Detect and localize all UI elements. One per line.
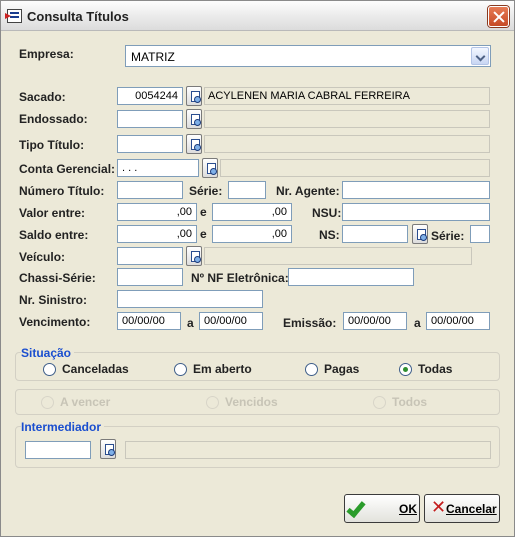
radio-todas[interactable]: Todas (399, 362, 452, 376)
conta-gerencial-lookup-icon[interactable] (202, 158, 218, 178)
sacado-name-field: ACYLENEN MARIA CABRAL FERREIRA (204, 87, 490, 105)
intermediador-code-input[interactable] (25, 441, 91, 459)
emissao-from-input[interactable]: 00/00/00 (343, 312, 407, 330)
conta-gerencial-label: Conta Gerencial: (19, 162, 116, 176)
chassi-serie-input[interactable] (117, 268, 183, 286)
nf-eletronica-input[interactable] (288, 268, 414, 286)
tipo-titulo-label: Tipo Título: (19, 138, 85, 152)
endossado-lookup-icon[interactable] (186, 109, 202, 129)
saldo-serie-input[interactable] (470, 225, 490, 243)
emissao-to-input[interactable]: 00/00/00 (426, 312, 490, 330)
nr-agente-input[interactable] (342, 181, 490, 199)
emissao-label: Emissão: (283, 316, 337, 330)
valor-entre-label: Valor entre: (19, 206, 86, 220)
x-icon: ✕ (431, 497, 447, 518)
radio-canceladas-label: Canceladas (62, 362, 129, 376)
saldo-to-input[interactable]: ,00 (212, 225, 292, 243)
vencimento-label: Vencimento: (19, 315, 91, 329)
radio-em-aberto[interactable]: Em aberto (174, 362, 252, 376)
empresa-select[interactable]: MATRIZ (125, 45, 491, 67)
nr-sinistro-label: Nr. Sinistro: (19, 293, 88, 307)
app-icon (5, 9, 22, 23)
radio-todos: Todos (373, 395, 427, 409)
conta-gerencial-name-field (220, 159, 490, 177)
sacado-lookup-icon[interactable] (186, 86, 202, 106)
endossado-label: Endossado: (19, 112, 88, 126)
close-button[interactable] (488, 6, 509, 27)
tipo-titulo-code-input[interactable] (117, 135, 183, 153)
ok-button-label: OK (399, 502, 417, 516)
radio-selected-icon (399, 362, 412, 376)
radio-a-vencer-label: A vencer (60, 395, 111, 409)
nr-agente-label: Nr. Agente: (276, 184, 340, 198)
vencimento-to-input[interactable]: 00/00/00 (199, 312, 263, 330)
radio-em-aberto-label: Em aberto (193, 362, 252, 376)
radio-circle-icon (373, 395, 386, 409)
nsu-input[interactable] (342, 203, 490, 221)
radio-vencidos-label: Vencidos (225, 395, 278, 409)
saldo-from-input[interactable]: ,00 (117, 225, 197, 243)
consulta-titulos-window: Consulta Títulos Empresa: MATRIZ Sacado:… (0, 0, 515, 537)
sacado-code-input[interactable]: 0054244 (117, 87, 183, 105)
valor-to-input[interactable]: ,00 (212, 203, 292, 221)
radio-circle-icon (305, 362, 318, 376)
vencimento-from-input[interactable]: 00/00/00 (117, 312, 181, 330)
radio-pagas-label: Pagas (324, 362, 360, 376)
check-icon (346, 497, 366, 519)
radio-circle-icon (174, 362, 187, 376)
veiculo-label: Veículo: (19, 250, 66, 264)
radio-circle-icon (43, 362, 56, 376)
ns-input[interactable] (342, 225, 408, 243)
numero-titulo-input[interactable] (117, 181, 183, 199)
saldo-sep-label: e (200, 227, 207, 241)
vencimento-sep-label: a (187, 316, 194, 330)
window-title: Consulta Títulos (27, 9, 129, 24)
radio-canceladas[interactable]: Canceladas (43, 362, 129, 376)
intermediador-lookup-icon[interactable] (100, 439, 116, 459)
title-bar: Consulta Títulos (1, 1, 514, 31)
saldo-entre-label: Saldo entre: (19, 228, 89, 242)
numero-serie-label: Série: (189, 184, 223, 198)
radio-todos-label: Todos (392, 395, 428, 409)
empresa-label: Empresa: (19, 47, 74, 61)
conta-gerencial-code-input[interactable]: . . . (117, 159, 199, 177)
radio-a-vencer: A vencer (41, 395, 110, 409)
valor-sep-label: e (200, 205, 207, 219)
intermediador-title: Intermediador (21, 420, 105, 434)
sacado-label: Sacado: (19, 90, 66, 104)
nr-sinistro-input[interactable] (117, 290, 263, 308)
valor-from-input[interactable]: ,00 (117, 203, 197, 221)
numero-serie-input[interactable] (228, 181, 266, 199)
radio-pagas[interactable]: Pagas (305, 362, 359, 376)
radio-circle-icon (41, 395, 54, 409)
radio-todas-label: Todas (418, 362, 453, 376)
tipo-titulo-name-field (204, 135, 490, 153)
chevron-down-icon[interactable] (471, 47, 489, 65)
radio-vencidos: Vencidos (206, 395, 278, 409)
tipo-titulo-lookup-icon[interactable] (186, 134, 202, 154)
cancel-button-label: Cancelar (446, 502, 497, 516)
ok-button[interactable]: OK (344, 494, 420, 523)
radio-circle-icon (206, 395, 219, 409)
veiculo-lookup-icon[interactable] (186, 246, 202, 266)
endossado-name-field (204, 110, 490, 128)
cancel-button[interactable]: ✕ Cancelar (424, 494, 500, 523)
veiculo-code-input[interactable] (117, 247, 183, 265)
intermediador-name-field (125, 441, 491, 459)
emissao-sep-label: a (414, 316, 421, 330)
empresa-value: MATRIZ (131, 50, 175, 64)
ns-lookup-icon[interactable] (412, 224, 428, 244)
nsu-label: NSU: (312, 206, 342, 220)
veiculo-name-field (204, 247, 472, 265)
endossado-code-input[interactable] (117, 110, 183, 128)
saldo-serie-label: Série: (431, 229, 465, 243)
numero-titulo-label: Número Título: (19, 184, 105, 198)
situacao-title: Situação (21, 346, 75, 360)
chassi-serie-label: Chassi-Série: (19, 271, 96, 285)
ns-label: NS: (319, 228, 340, 242)
nf-eletronica-label: Nº NF Eletrônica: (191, 271, 289, 285)
